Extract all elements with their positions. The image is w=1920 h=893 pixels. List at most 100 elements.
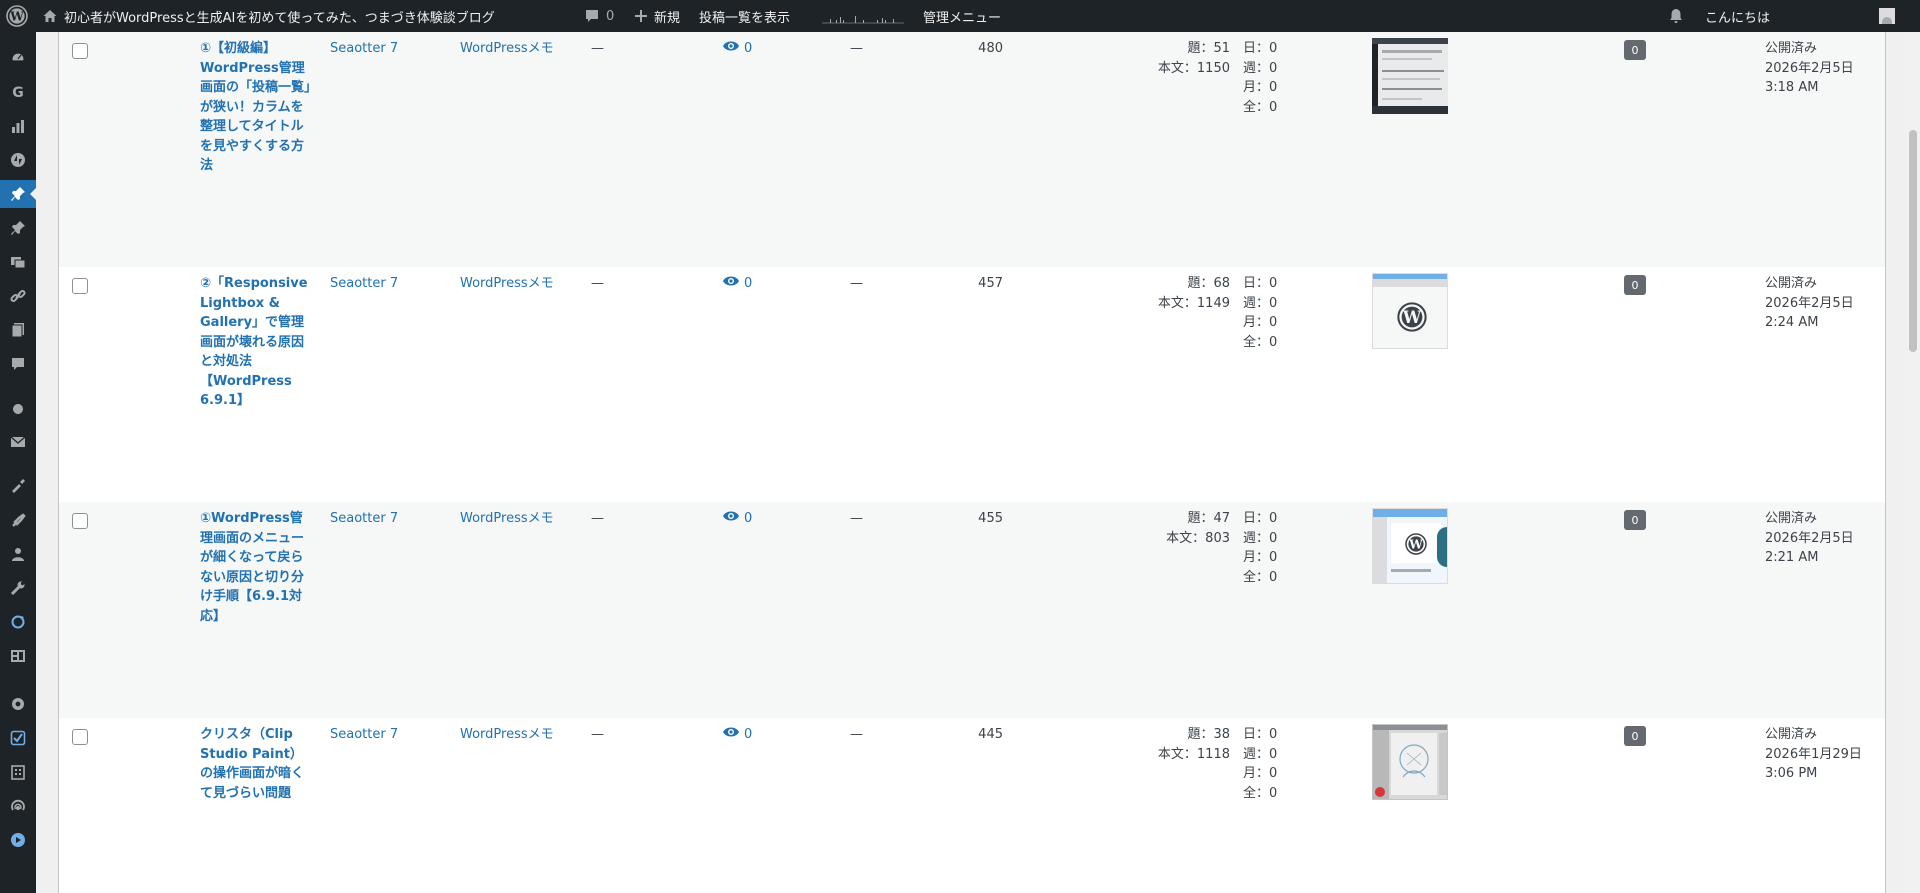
post-status: 公開済み: [1765, 727, 1818, 742]
post-views[interactable]: 0: [722, 725, 752, 745]
admin-side-menu: G: [0, 32, 36, 893]
pages-icon[interactable]: [0, 316, 36, 344]
eye-icon: [722, 39, 740, 59]
post-title-link[interactable]: ②「Responsive Lightbox & Gallery」で管理画面が壊れ…: [200, 274, 312, 411]
tools-icon[interactable]: [0, 574, 36, 602]
post-date: 公開済み 2026年2月5日 2:24 AM: [1765, 274, 1885, 333]
post-title-link[interactable]: クリスタ（Clip Studio Paint）の操作画面が暗くて見づらい問題: [200, 725, 312, 803]
comments-count: 0: [606, 8, 615, 24]
post-thumbnail: [1372, 724, 1448, 800]
title-char-count: 題：68: [1187, 276, 1230, 291]
my-account-link[interactable]: こんにちは: [1705, 0, 1770, 32]
google-icon[interactable]: G: [0, 78, 36, 106]
plugins-icon[interactable]: [0, 506, 36, 534]
users-icon[interactable]: [0, 540, 36, 568]
pv-total: 全：0: [1243, 99, 1278, 115]
comments-link[interactable]: 0: [584, 0, 614, 32]
views-count: 0: [744, 727, 753, 742]
body-char-count: 本文：1149: [1157, 295, 1230, 311]
table-row: ①【初級編】WordPress管理画面の「投稿一覧」が狭い！カラムを整理してタイ…: [59, 32, 1885, 267]
pv-day: 日：0: [1243, 41, 1278, 56]
count-badge: 0: [1624, 510, 1646, 530]
view-posts-link[interactable]: 投稿一覧を表示: [699, 0, 790, 32]
post-author-link[interactable]: Seaotter 7: [330, 725, 398, 745]
pin-icon[interactable]: [0, 214, 36, 242]
post-tags: —: [591, 41, 604, 56]
stats-icon[interactable]: [0, 112, 36, 140]
posts-table: ①【初級編】WordPress管理画面の「投稿一覧」が狭い！カラムを整理してタイ…: [58, 32, 1886, 893]
post-tags: —: [591, 727, 604, 742]
post-comments: —: [850, 276, 863, 291]
posts-icon[interactable]: [0, 180, 36, 208]
svg-text:G: G: [12, 85, 24, 100]
post-category-link[interactable]: WordPressメモ: [460, 39, 554, 59]
pv-total: 全：0: [1243, 569, 1278, 585]
post-status: 公開済み: [1765, 276, 1818, 291]
site-home-link[interactable]: 初心者がWordPressと生成AIを初めて使ってみた、つまづき体験談ブログ: [42, 0, 495, 32]
title-char-count: 題：47: [1187, 511, 1230, 526]
post-date: 公開済み 2026年2月5日 2:21 AM: [1765, 509, 1885, 568]
avatar[interactable]: [1879, 0, 1895, 32]
post-category-link[interactable]: WordPressメモ: [460, 509, 554, 529]
stats-sparkline[interactable]: [822, 0, 904, 32]
page-scrollbar[interactable]: [1906, 32, 1920, 893]
appearance-icon[interactable]: [0, 472, 36, 500]
wordpress-logo-icon[interactable]: W: [6, 0, 28, 32]
row-checkbox[interactable]: [72, 729, 88, 745]
new-label: 新規: [654, 10, 681, 26]
post-date: 公開済み 2026年1月29日 3:06 PM: [1765, 725, 1885, 784]
post-views[interactable]: 0: [722, 39, 752, 59]
settings-icon[interactable]: [0, 690, 36, 718]
pv-week: 週：0: [1243, 295, 1278, 311]
post-category-link[interactable]: WordPressメモ: [460, 725, 554, 745]
drop-icon[interactable]: [0, 394, 36, 422]
site-name: 初心者がWordPressと生成AIを初めて使ってみた、つまづき体験談ブログ: [64, 10, 495, 26]
post-datetime: 2026年1月29日 3:06 PM: [1765, 746, 1862, 782]
row-checkbox[interactable]: [72, 278, 88, 294]
broadcast-icon[interactable]: [0, 792, 36, 820]
title-char-count: 題：51: [1187, 41, 1230, 56]
greeting: こんにちは: [1705, 10, 1771, 26]
admin-bar: W 初心者がWordPressと生成AIを初めて使ってみた、つまづき体験談ブログ…: [0, 0, 1920, 32]
pv-total: 全：0: [1243, 334, 1278, 350]
admin-menu-label: 管理メニュー: [923, 10, 1002, 26]
check-icon[interactable]: [0, 724, 36, 752]
post-thumbnail: W: [1372, 508, 1448, 584]
post-views[interactable]: 0: [722, 274, 752, 294]
pv-month: 月：0: [1243, 766, 1278, 781]
post-author-link[interactable]: Seaotter 7: [330, 274, 398, 294]
view-posts-label: 投稿一覧を表示: [699, 10, 791, 26]
row-checkbox[interactable]: [72, 43, 88, 59]
media-icon[interactable]: [0, 248, 36, 276]
svg-text:W: W: [9, 10, 24, 24]
post-title-link[interactable]: ①WordPress管理画面のメニューが細くなって戻らない原因と切り分け手順【6…: [200, 509, 312, 626]
row-checkbox[interactable]: [72, 513, 88, 529]
post-author-link[interactable]: Seaotter 7: [330, 39, 398, 59]
sync-icon[interactable]: [0, 608, 36, 636]
post-author-link[interactable]: Seaotter 7: [330, 509, 398, 529]
post-comments: —: [850, 511, 863, 526]
post-tags: —: [591, 276, 604, 291]
mail-icon[interactable]: [0, 428, 36, 456]
play-icon[interactable]: [0, 826, 36, 854]
comments-icon[interactable]: [0, 350, 36, 378]
widgets-icon[interactable]: [0, 642, 36, 670]
notifications-bell-icon[interactable]: [1667, 0, 1685, 32]
new-content-link[interactable]: 新規: [634, 0, 680, 32]
svg-text:W: W: [1408, 538, 1423, 552]
pv-month: 月：0: [1243, 315, 1278, 330]
links-icon[interactable]: [0, 282, 36, 310]
post-title-link[interactable]: ①【初級編】WordPress管理画面の「投稿一覧」が狭い！カラムを整理してタイ…: [200, 39, 312, 176]
dashboard-icon[interactable]: [0, 44, 36, 72]
post-views[interactable]: 0: [722, 509, 752, 529]
count-badge: 0: [1624, 726, 1646, 746]
building-icon[interactable]: [0, 758, 36, 786]
body-char-count: 本文：803: [1166, 530, 1230, 546]
scrollbar-thumb[interactable]: [1909, 130, 1917, 352]
pv-counts: 日：0 週：0 月：0 全：0: [1243, 274, 1277, 352]
post-category-link[interactable]: WordPressメモ: [460, 274, 554, 294]
admin-menu-link[interactable]: 管理メニュー: [923, 0, 1001, 32]
jetpack-icon[interactable]: [0, 146, 36, 174]
post-datetime: 2026年2月5日 3:18 AM: [1765, 60, 1854, 96]
pv-week: 週：0: [1243, 60, 1278, 76]
